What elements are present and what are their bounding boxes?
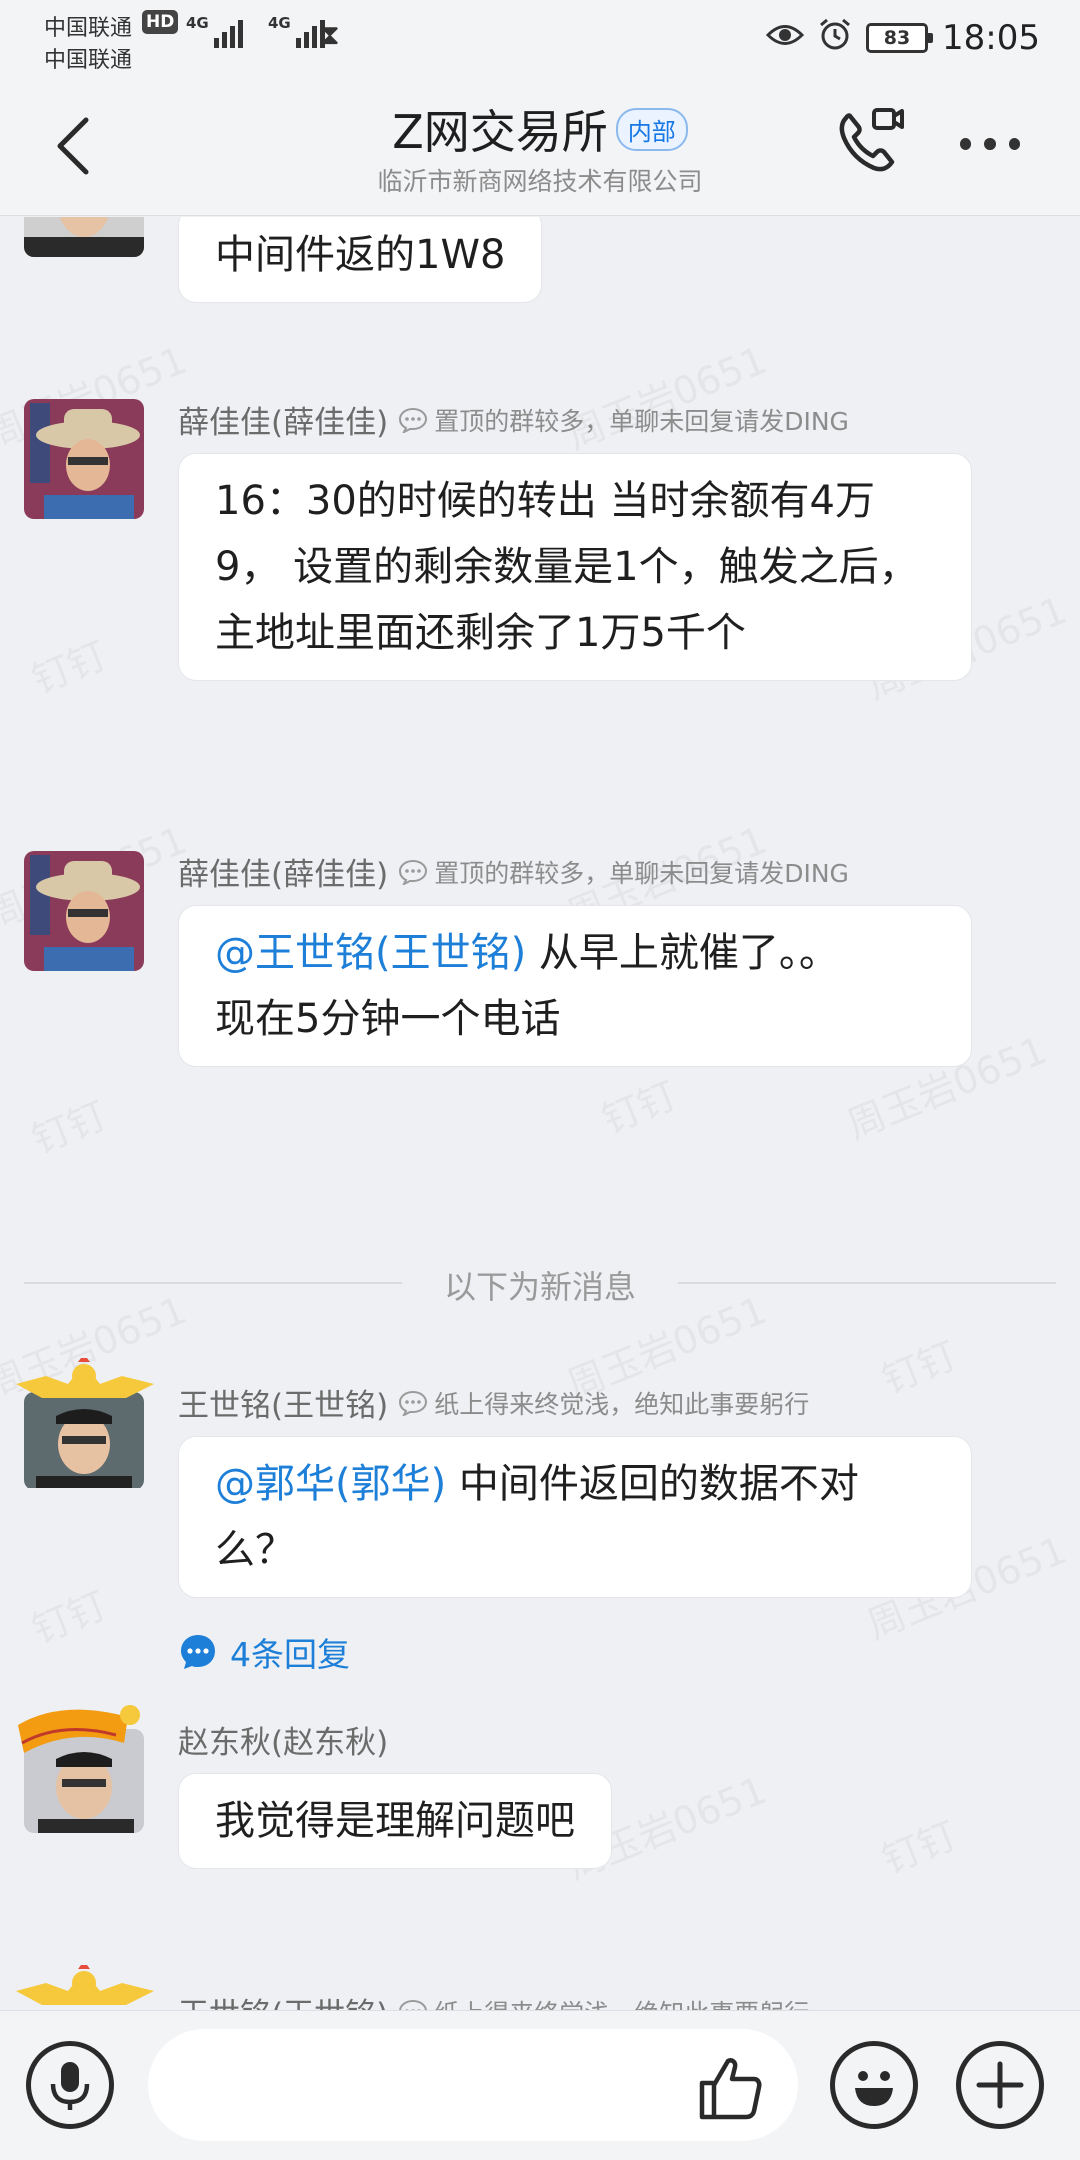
mention-link[interactable]: @郭华(郭华) bbox=[215, 1461, 446, 1507]
more-options-button[interactable] bbox=[960, 138, 1020, 152]
carrier-label: 中国联通 bbox=[44, 16, 133, 41]
speech-bubble-icon bbox=[399, 1390, 428, 1416]
voice-input-button[interactable] bbox=[26, 2041, 114, 2129]
watermark: 钉钉 bbox=[875, 1333, 963, 1403]
add-attachment-button[interactable] bbox=[956, 2041, 1044, 2129]
thumbs-up-icon bbox=[699, 2058, 762, 2120]
group-name: Z网交易所 bbox=[392, 105, 608, 159]
message-bubble[interactable]: 16：30的时候的转出 当时余额有4万9， 设置的剩余数量是1个，触发之后， 主… bbox=[178, 453, 972, 681]
message-text: 我觉得是理解问题吧 bbox=[215, 1798, 575, 1844]
alarm-icon bbox=[818, 17, 852, 59]
sender-name[interactable]: 薛佳佳(薛佳佳) bbox=[178, 849, 388, 894]
hd-badge: HD bbox=[142, 10, 179, 34]
sender-info: 薛佳佳(薛佳佳) 置顶的群较多，单聊未回复请发DING bbox=[178, 849, 849, 894]
watermark: 钉钉 bbox=[25, 1093, 113, 1163]
sender-name[interactable]: 王世铭(王世铭) bbox=[178, 1380, 388, 1425]
message-text: 16：30的时候的转出 当时余额有4万9， 设置的剩余数量是1个，触发之后， 主… bbox=[215, 478, 919, 656]
sender-info: 薛佳佳(薛佳佳) 置顶的群较多，单聊未回复请发DING bbox=[178, 397, 849, 442]
sender-name[interactable]: 赵东秋(赵东秋) bbox=[178, 1717, 388, 1762]
new-messages-divider: 以下为新消息 bbox=[24, 1262, 1056, 1306]
carrier-label: 中国联通 bbox=[44, 48, 133, 73]
watermark: 钉钉 bbox=[595, 1073, 683, 1143]
avatar[interactable] bbox=[16, 1358, 154, 1502]
message-bubble[interactable]: @郭华(郭华) 中间件返回的数据不对么？ bbox=[178, 1436, 972, 1598]
message-bubble[interactable]: 我觉得是理解问题吧 bbox=[178, 1773, 612, 1869]
avatar[interactable] bbox=[16, 1965, 154, 2010]
plus-icon bbox=[976, 2061, 1024, 2109]
speech-bubble-icon bbox=[399, 407, 428, 433]
sender-signature: 纸上得来终觉浅，绝知此事要躬行 bbox=[398, 1994, 809, 2010]
sender-info: 赵东秋(赵东秋) bbox=[178, 1717, 388, 1762]
sender-name[interactable]: 王世铭(王世铭) bbox=[178, 1989, 388, 2010]
smiley-icon bbox=[855, 2071, 893, 2106]
status-bar: 中国联通 中国联通 HD 4G 4G ⧗ 83 18:05 bbox=[0, 0, 1080, 76]
phone-video-icon bbox=[839, 108, 904, 172]
like-button[interactable] bbox=[696, 2053, 766, 2123]
speech-bubble-icon bbox=[399, 859, 428, 885]
watermark: 钉钉 bbox=[25, 633, 113, 703]
signal-icon: 4G bbox=[186, 14, 243, 48]
network-type: 4G bbox=[268, 14, 291, 32]
speech-bubble-icon bbox=[399, 1999, 428, 2010]
internal-badge: 内部 bbox=[615, 108, 688, 151]
dot-icon bbox=[984, 138, 996, 150]
video-call-button[interactable] bbox=[832, 104, 906, 178]
message-bubble[interactable]: 中间件返的1W8 bbox=[178, 217, 543, 303]
reply-count: 4条回复 bbox=[230, 1635, 350, 1674]
sender-info: 王世铭(王世铭) 纸上得来终觉浅，绝知此事要躬行 bbox=[178, 1989, 809, 2010]
emoji-button[interactable] bbox=[830, 2041, 918, 2129]
microphone-icon bbox=[50, 2062, 90, 2110]
dot-icon bbox=[960, 138, 972, 150]
chat-header: Z网交易所 内部 临沂市新商网络技术有限公司 bbox=[0, 76, 1080, 216]
avatar[interactable] bbox=[24, 399, 144, 519]
watermark: 钉钉 bbox=[25, 1583, 113, 1653]
sender-signature: 置顶的群较多，单聊未回复请发DING bbox=[398, 402, 849, 438]
message-text: 中间件返的1W8 bbox=[215, 232, 506, 278]
hourglass-icon: ⧗ bbox=[320, 18, 340, 51]
avatar[interactable] bbox=[24, 217, 144, 257]
network-type: 4G bbox=[186, 14, 209, 32]
eye-icon bbox=[765, 21, 805, 56]
signal-icon: 4G bbox=[268, 14, 325, 48]
thread-replies-link[interactable]: 4条回复 bbox=[178, 1628, 350, 1676]
message-bubble[interactable]: @王世铭(王世铭) 从早上就催了。。现在5分钟一个电话 bbox=[178, 905, 972, 1067]
watermark: 钉钉 bbox=[875, 1813, 963, 1883]
dot-icon bbox=[1008, 138, 1020, 150]
sender-name[interactable]: 薛佳佳(薛佳佳) bbox=[178, 397, 388, 442]
clock-time: 18:05 bbox=[942, 18, 1040, 58]
battery-icon: 83 bbox=[866, 23, 934, 53]
chat-title[interactable]: Z网交易所 内部 bbox=[0, 96, 1080, 162]
composer-bar bbox=[0, 2010, 1080, 2160]
sender-signature: 纸上得来终觉浅，绝知此事要躬行 bbox=[398, 1385, 809, 1421]
reply-bubble-icon bbox=[181, 1635, 215, 1669]
mention-link[interactable]: @王世铭(王世铭) bbox=[215, 930, 526, 976]
sender-info: 王世铭(王世铭) 纸上得来终觉浅，绝知此事要躬行 bbox=[178, 1380, 809, 1425]
message-list[interactable]: 周玉岩0651 周玉岩0651 钉钉 周玉岩0651 周玉岩0651 周玉岩06… bbox=[0, 217, 1080, 2010]
avatar[interactable] bbox=[18, 1705, 144, 1839]
avatar[interactable] bbox=[24, 851, 144, 971]
company-name: 临沂市新商网络技术有限公司 bbox=[377, 167, 703, 196]
sender-signature: 置顶的群较多，单聊未回复请发DING bbox=[398, 854, 849, 890]
divider-label: 以下为新消息 bbox=[443, 1268, 636, 1306]
